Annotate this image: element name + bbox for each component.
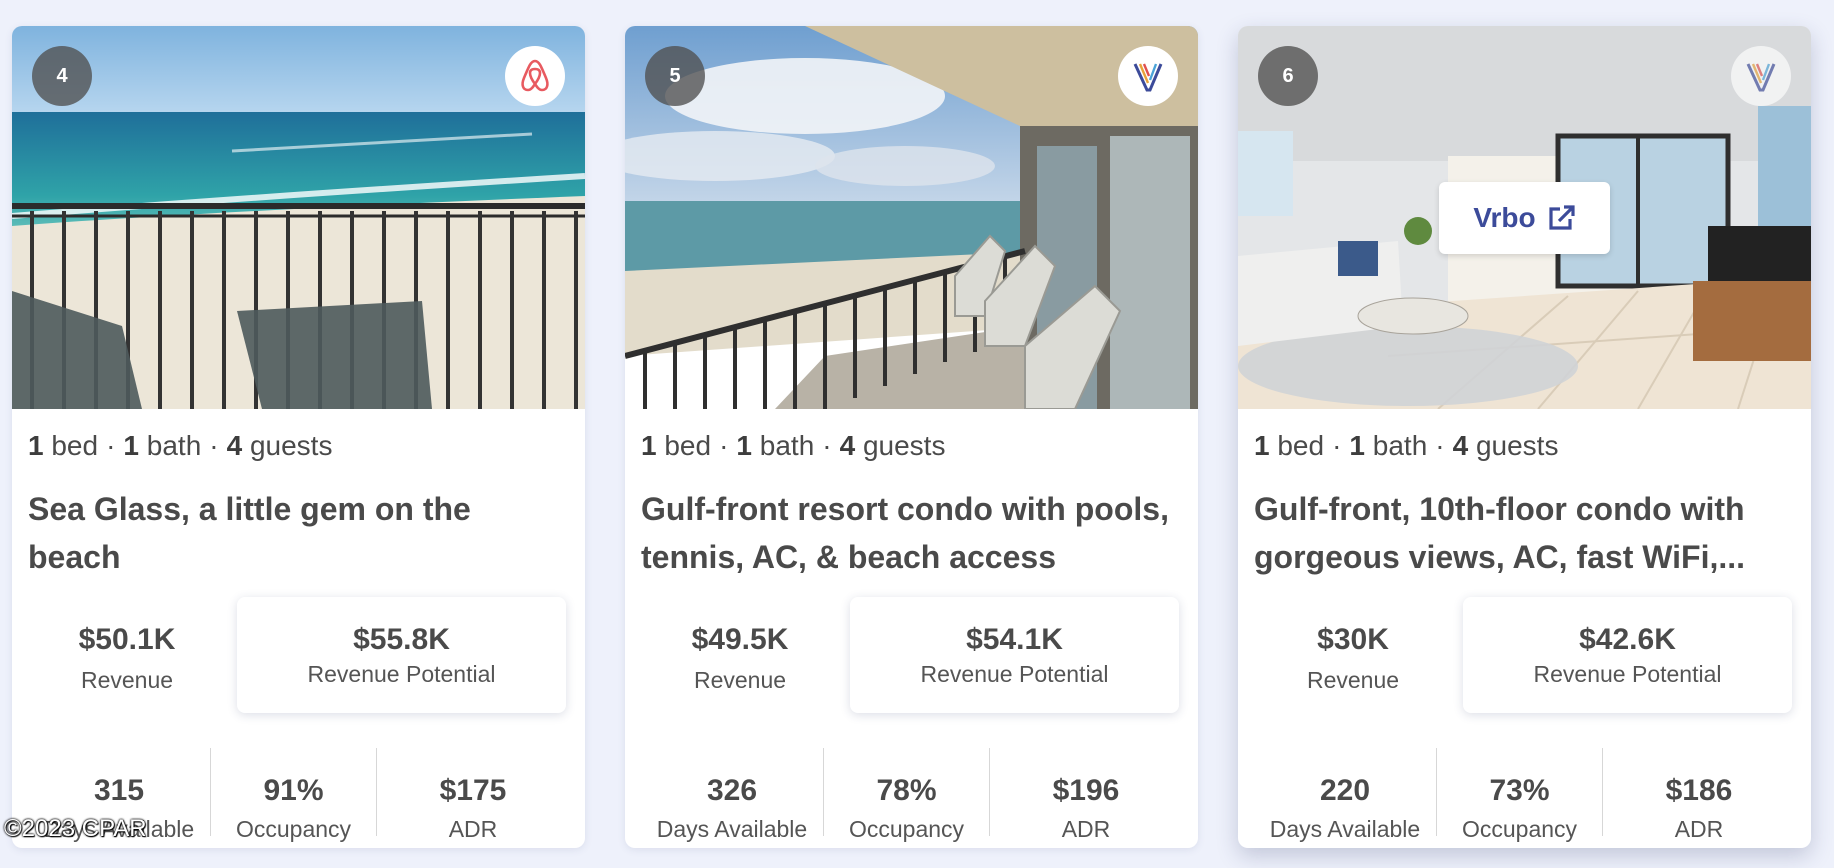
beds-count: 1	[1254, 430, 1270, 461]
revenue-value: $30K	[1317, 623, 1389, 656]
baths-count: 1	[1349, 430, 1365, 461]
occupancy-label: Occupancy	[235, 816, 352, 842]
revenue-potential-value: $55.8K	[353, 623, 450, 656]
vrbo-link-label: Vrbo	[1473, 202, 1536, 233]
occupancy-label: Occupancy	[1461, 816, 1578, 842]
airbnb-logo-icon[interactable]	[505, 46, 565, 106]
days-available-stat: 220 Days Available	[1254, 748, 1436, 842]
listing-title[interactable]: Gulf-front, 10th-floor condo with gorgeo…	[1254, 485, 1795, 581]
external-link-icon	[1549, 205, 1575, 230]
revenue-value: $49.5K	[691, 623, 789, 656]
occupancy-value: 91%	[263, 774, 324, 807]
listing-card[interactable]: 4 1 bed · 1 bath · 4 guests Sea Glass, a lit…	[12, 26, 585, 848]
adr-stat: $186 ADR	[1602, 748, 1795, 842]
vrbo-logo-icon[interactable]	[1118, 46, 1178, 106]
days-available-label: Days Available	[656, 816, 808, 842]
vrbo-link-button[interactable]: Vrbo	[1439, 182, 1610, 254]
revenue-potential-label: Revenue Potential	[920, 661, 1109, 687]
baths-label: bath	[146, 430, 202, 461]
beds-count: 1	[641, 430, 657, 461]
listing-photo[interactable]: 6 Vrbo	[1238, 26, 1811, 409]
adr-value: $186	[1665, 774, 1733, 807]
revenue-potential-label: Revenue Potential	[1533, 661, 1722, 687]
revenue-potential-box: $54.1K Revenue Potential	[850, 597, 1179, 713]
adr-label: ADR	[1674, 816, 1724, 842]
guests-label: guests	[1475, 430, 1559, 461]
rank-badge: 4	[32, 46, 92, 106]
occupancy-value: 73%	[1489, 774, 1550, 807]
listing-photo[interactable]: 4	[12, 26, 585, 409]
listing-photo[interactable]: 5	[625, 26, 1198, 409]
adr-value: $175	[439, 774, 507, 807]
beds-label: bed	[1277, 430, 1325, 461]
baths-label: bath	[759, 430, 815, 461]
revenue-potential-label: Revenue Potential	[307, 661, 496, 687]
listing-cards: 4 1 bed · 1 bath · 4 guests Sea Glass, a lit…	[12, 26, 1811, 848]
occupancy-stat: 78% Occupancy	[823, 748, 989, 842]
listing-title[interactable]: Sea Glass, a little gem on the beach	[28, 485, 569, 581]
balcony-chairs-photo	[625, 26, 1198, 409]
revenue-potential-box: $42.6K Revenue Potential	[1463, 597, 1792, 713]
listing-stats: 326 Days Available 78% Occupancy $196 AD…	[641, 748, 1182, 842]
guests-count: 4	[226, 430, 243, 461]
beds-label: bed	[664, 430, 712, 461]
listing-specs: 1 bed · 1 bath · 4 guests	[1254, 430, 1559, 461]
adr-stat: $196 ADR	[989, 748, 1182, 842]
revenue-label: Revenue	[693, 667, 787, 693]
guests-label: guests	[249, 430, 333, 461]
adr-label: ADR	[448, 816, 498, 842]
beach-balcony-photo	[12, 26, 585, 409]
guests-count: 4	[1452, 430, 1469, 461]
guests-count: 4	[839, 430, 856, 461]
days-available-value: 315	[93, 774, 145, 807]
beds-count: 1	[28, 430, 44, 461]
days-available-stat: 326 Days Available	[641, 748, 823, 842]
baths-count: 1	[736, 430, 752, 461]
adr-label: ADR	[1061, 816, 1111, 842]
listing-stats: 220 Days Available 73% Occupancy $186 AD…	[1254, 748, 1795, 842]
revenue-stat: $30K Revenue	[1254, 597, 1452, 713]
listing-card[interactable]: 6 Vrbo 1 bed · 1 bath · 4 guests Gulf-fr…	[1238, 26, 1811, 848]
days-available-value: 326	[706, 774, 758, 807]
revenue-label: Revenue	[80, 667, 174, 693]
adr-value: $196	[1052, 774, 1120, 807]
rank-badge: 5	[645, 46, 705, 106]
listing-specs: 1 bed · 1 bath · 4 guests	[641, 430, 946, 461]
listing-specs: 1 bed · 1 bath · 4 guests	[28, 430, 333, 461]
beds-label: bed	[51, 430, 99, 461]
listing-title[interactable]: Gulf-front resort condo with pools, tenn…	[641, 485, 1182, 581]
adr-stat: $175 ADR	[376, 748, 569, 842]
revenue-label: Revenue	[1306, 667, 1400, 693]
guests-label: guests	[862, 430, 946, 461]
days-available-label: Days Available	[1269, 816, 1421, 842]
revenue-potential-value: $42.6K	[1579, 623, 1676, 656]
rank-badge: 6	[1258, 46, 1318, 106]
occupancy-label: Occupancy	[848, 816, 965, 842]
baths-label: bath	[1372, 430, 1428, 461]
occupancy-stat: 73% Occupancy	[1436, 748, 1602, 842]
revenue-value: $50.1K	[78, 623, 176, 656]
copyright-watermark: ©2023 CPAR	[4, 815, 147, 842]
listing-card[interactable]: 5 1 bed · 1 bath · 4 guests Gulf-front resor…	[625, 26, 1198, 848]
revenue-potential-value: $54.1K	[966, 623, 1063, 656]
revenue-potential-box: $55.8K Revenue Potential	[237, 597, 566, 713]
days-available-value: 220	[1319, 774, 1371, 807]
baths-count: 1	[123, 430, 139, 461]
revenue-stat: $49.5K Revenue	[641, 597, 839, 713]
revenue-stat: $50.1K Revenue	[28, 597, 226, 713]
occupancy-value: 78%	[876, 774, 937, 807]
vrbo-logo-icon[interactable]	[1731, 46, 1791, 106]
occupancy-stat: 91% Occupancy	[210, 748, 376, 842]
